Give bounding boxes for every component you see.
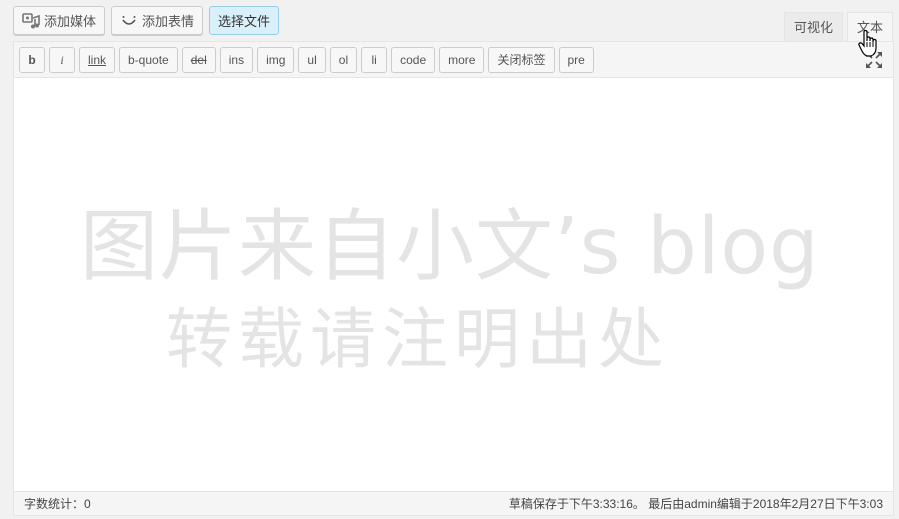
- qt-close-tags-button[interactable]: 关闭标签: [488, 46, 555, 73]
- content-textarea[interactable]: [14, 78, 893, 490]
- word-count: 字数统计：0: [24, 497, 91, 511]
- qt-more-button[interactable]: more: [439, 46, 485, 73]
- qt-pre-button[interactable]: pre: [558, 46, 594, 73]
- qt-ins-button[interactable]: ins: [219, 46, 254, 73]
- qt-ul-button[interactable]: ul: [298, 46, 326, 73]
- add-media-label: 添加媒体: [44, 14, 97, 29]
- qt-li-button[interactable]: li: [361, 46, 388, 73]
- add-emoji-button[interactable]: 添加表情: [111, 6, 204, 35]
- tab-visual[interactable]: 可视化: [783, 12, 843, 41]
- qt-bold-button[interactable]: b: [19, 46, 45, 73]
- choose-file-button[interactable]: 选择文件: [209, 6, 280, 35]
- qt-del-button[interactable]: del: [181, 46, 216, 73]
- media-buttons: 添加媒体 添加表情 选择文件: [13, 6, 280, 36]
- draft-save-info: 草稿保存于下午3:33:16。 最后由admin编辑于2018年2月27日下午3…: [508, 497, 883, 511]
- qt-blockquote-button[interactable]: b-quote: [119, 46, 178, 73]
- text-editor: b i link b-quote del ins img ul ol li co…: [13, 41, 894, 516]
- qt-code-button[interactable]: code: [391, 46, 436, 73]
- qt-img-button[interactable]: img: [257, 46, 295, 73]
- add-media-button[interactable]: 添加媒体: [13, 6, 106, 35]
- choose-file-label: 选择文件: [218, 14, 271, 29]
- media-icon: [22, 12, 40, 29]
- smile-icon: [120, 13, 138, 29]
- hand-cursor-icon: [857, 29, 881, 58]
- qt-italic-button[interactable]: i: [49, 46, 75, 73]
- add-emoji-label: 添加表情: [142, 14, 195, 29]
- qt-ol-button[interactable]: ol: [329, 46, 358, 73]
- status-bar: 字数统计：0 草稿保存于下午3:33:16。 最后由admin编辑于2018年2…: [14, 491, 893, 515]
- qt-link-button[interactable]: link: [79, 46, 116, 73]
- quicktags-toolbar: b i link b-quote del ins img ul ol li co…: [14, 42, 893, 78]
